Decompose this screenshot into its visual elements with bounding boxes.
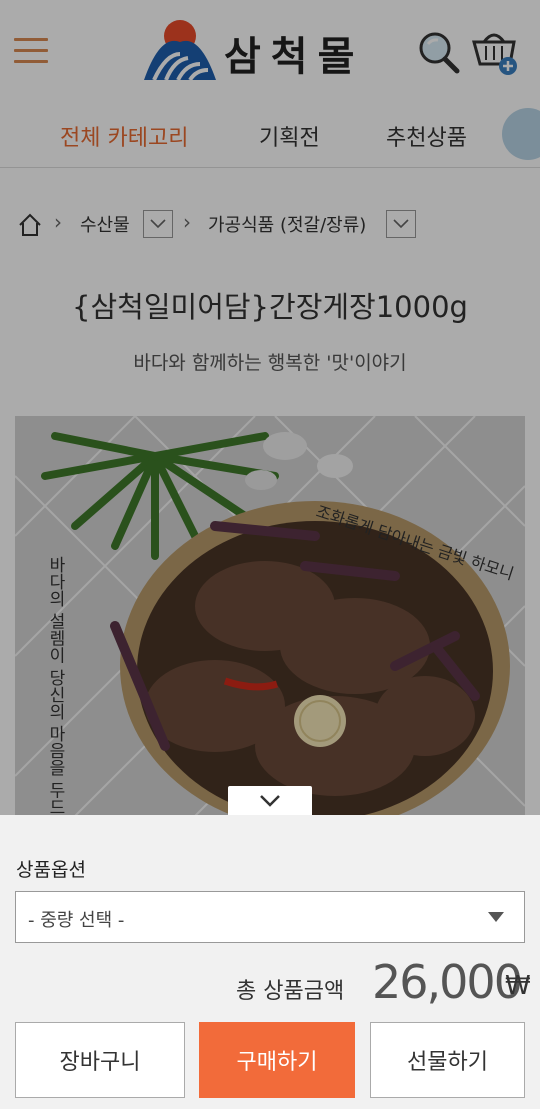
weight-select-value: - 중량 선택 - bbox=[28, 910, 125, 931]
total-price-label: 총 상품금액 bbox=[236, 979, 345, 1004]
caret-down-icon bbox=[488, 912, 504, 922]
option-label: 상품옵션 bbox=[16, 859, 86, 881]
buy-now-button[interactable]: 구매하기 bbox=[199, 1022, 355, 1098]
currency-unit: ₩ bbox=[505, 971, 531, 1001]
chevron-down-icon bbox=[260, 795, 280, 807]
weight-select[interactable]: - 중량 선택 - bbox=[15, 891, 525, 943]
total-price-value: 26,000 bbox=[372, 955, 523, 1009]
add-to-cart-button[interactable]: 장바구니 bbox=[15, 1022, 185, 1098]
panel-toggle[interactable] bbox=[228, 786, 312, 816]
dim-overlay[interactable] bbox=[0, 0, 540, 815]
purchase-panel: 상품옵션 - 중량 선택 - 총 상품금액 26,000 ₩ 장바구니 구매하기… bbox=[0, 815, 540, 1109]
gift-button[interactable]: 선물하기 bbox=[370, 1022, 525, 1098]
